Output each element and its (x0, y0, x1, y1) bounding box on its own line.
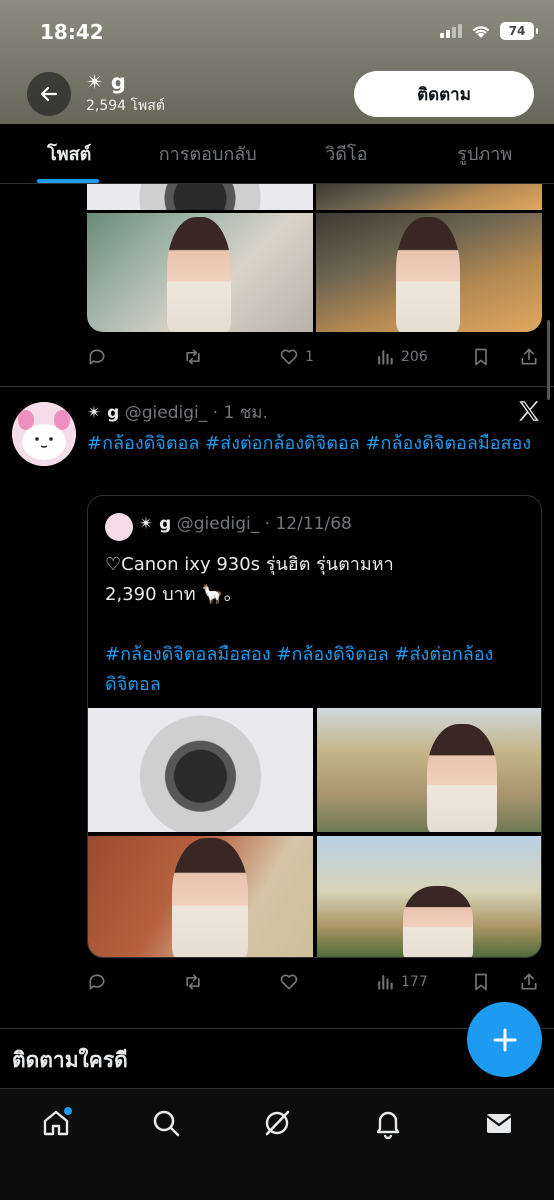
messages-icon (486, 1114, 512, 1133)
plus-icon (493, 1028, 516, 1051)
views-button[interactable]: 177 (375, 967, 428, 997)
profile-tabs: โพสต์ การตอบกลับ วิดีโอ รูปภาพ (0, 124, 554, 184)
quoted-photo[interactable] (317, 836, 541, 957)
nav-search[interactable] (148, 1105, 184, 1141)
like-button[interactable]: 1 (279, 342, 314, 372)
back-arrow-icon (40, 86, 58, 102)
tab-posts[interactable]: โพสต์ (0, 124, 139, 183)
quoted-photo[interactable] (88, 708, 313, 832)
display-name[interactable]: ✴ g (87, 403, 119, 423)
quoted-display-name: ✴ g (139, 514, 172, 534)
views-icon (378, 975, 393, 990)
views-count: 206 (401, 349, 428, 365)
bookmark-icon (475, 348, 487, 366)
search-icon (153, 1110, 180, 1137)
tweet-hashtags[interactable]: #กล้องดิจิตอล #ส่งต่อกล้องดิจิตอล #กล้อง… (87, 430, 542, 458)
photo-subject (403, 886, 473, 957)
tab-active-indicator (37, 179, 99, 183)
quoted-text: ♡Canon ixy 930s รุ่นฮิต รุ่นตามหา 2,390 … (105, 554, 394, 605)
compose-button[interactable] (467, 1002, 542, 1077)
tweet-photo[interactable] (316, 213, 542, 332)
photo-subject (427, 724, 497, 832)
quoted-photo[interactable] (317, 708, 541, 832)
like-count: 1 (305, 349, 314, 365)
tab-replies[interactable]: การตอบกลับ (139, 124, 278, 183)
views-count: 177 (401, 974, 428, 990)
status-icons: 74 (440, 22, 538, 40)
quoted-tweet[interactable]: ✴ g @giedigi_ · 12/11/68 ♡Canon ixy 930s… (87, 495, 542, 958)
x-logo-icon (519, 401, 539, 421)
tweet-header: ✴ g @giedigi_ · 1 ชม. (87, 399, 268, 426)
reply-icon (89, 349, 105, 365)
post-count: 2,594 โพสต์ (86, 98, 165, 114)
quoted-photo[interactable] (88, 836, 313, 957)
grok-icon (265, 1110, 290, 1136)
share-icon (521, 348, 537, 365)
follow-button[interactable]: ติดตาม (354, 71, 534, 117)
handle[interactable]: @giedigi_ (125, 403, 208, 423)
tweet-actions: 177 (87, 967, 542, 997)
tab-videos[interactable]: วิดีโอ (277, 124, 416, 183)
tweet-photo[interactable] (316, 184, 542, 210)
quoted-date: · 12/11/68 (264, 514, 352, 534)
share-button[interactable] (519, 967, 539, 997)
avatar[interactable] (12, 402, 76, 466)
scrollbar[interactable] (547, 320, 550, 400)
heart-icon (280, 974, 298, 990)
photo-subject (172, 838, 248, 957)
views-button[interactable]: 206 (375, 342, 428, 372)
bottom-navigation (0, 1088, 554, 1200)
back-button[interactable] (27, 72, 71, 116)
tweet-actions: 1 206 (87, 342, 542, 372)
tab-label: การตอบกลับ (158, 144, 257, 165)
bookmark-icon (475, 973, 487, 991)
quoted-handle: @giedigi_ (176, 514, 260, 534)
retweet-button[interactable] (183, 342, 203, 372)
tab-label: รูปภาพ (457, 144, 513, 165)
tweet-photo[interactable] (87, 184, 313, 210)
heart-icon (280, 349, 298, 365)
notifications-icon (376, 1111, 400, 1139)
status-time: 18:42 (40, 20, 104, 44)
who-to-follow-heading: ติดตามใครดี (12, 1048, 128, 1072)
quoted-avatar (105, 513, 133, 541)
retweet-icon (186, 349, 200, 365)
tab-photos[interactable]: รูปภาพ (416, 124, 554, 183)
retweet-icon (186, 974, 200, 990)
notification-dot (64, 1107, 72, 1115)
tweet-time: · 1 ชม. (212, 403, 268, 423)
quoted-hashtags[interactable]: #กล้องดิจิตอลมือสอง #กล้องดิจิตอล #ส่งต่… (105, 640, 525, 700)
nav-messages[interactable] (481, 1105, 517, 1141)
battery-icon: 74 (500, 22, 538, 40)
retweet-button[interactable] (183, 967, 203, 997)
nav-grok[interactable] (259, 1105, 295, 1141)
tweet-photo[interactable] (87, 213, 313, 332)
profile-name: ✴ g (86, 70, 126, 94)
quoted-header: ✴ g @giedigi_ · 12/11/68 (139, 514, 352, 534)
reply-button[interactable] (87, 342, 107, 372)
photo-subject (396, 217, 460, 332)
tweet-divider (0, 386, 554, 387)
reply-icon (89, 974, 105, 990)
avatar-image (12, 402, 76, 466)
tweet-media-grid[interactable] (87, 184, 542, 332)
photo-subject (167, 217, 231, 332)
wifi-icon (472, 26, 490, 38)
bookmark-button[interactable] (471, 967, 491, 997)
tab-label: วิดีโอ (325, 144, 368, 165)
like-button[interactable] (279, 967, 299, 997)
nav-notifications[interactable] (370, 1105, 406, 1141)
tab-label: โพสต์ (47, 144, 92, 165)
profile-header: 18:42 74 ✴ g 2,594 โพสต์ ติดตาม (0, 0, 554, 124)
nav-home[interactable] (38, 1105, 74, 1141)
signal-icon (440, 24, 462, 38)
views-icon (378, 350, 393, 365)
share-button[interactable] (519, 342, 539, 372)
reply-button[interactable] (87, 967, 107, 997)
quoted-media-grid[interactable] (88, 708, 541, 957)
bookmark-button[interactable] (471, 342, 491, 372)
share-icon (521, 973, 537, 990)
